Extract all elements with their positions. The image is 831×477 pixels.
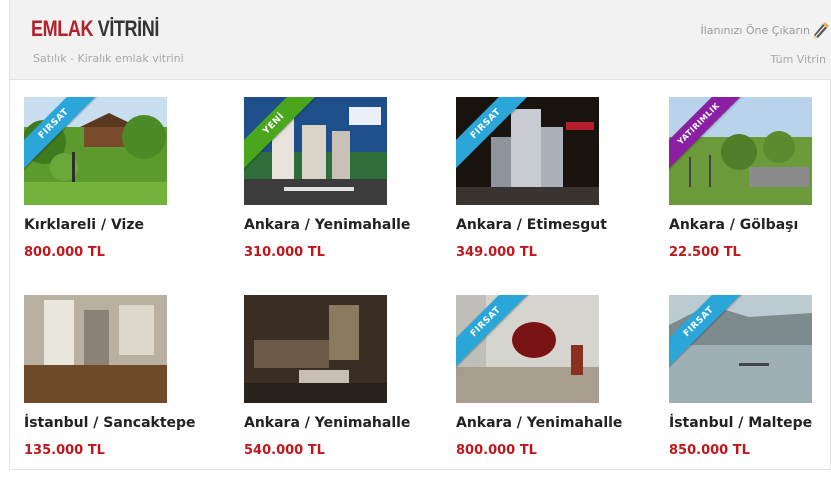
listing-price: 850.000 TL — [669, 443, 750, 458]
emlak-vitrini-widget: EMLAK VİTRİNİ Satılık - Kiralık emlak vi… — [9, 0, 831, 470]
listing-price: 800.000 TL — [24, 245, 105, 260]
title-vitrini: VİTRİNİ — [97, 16, 160, 41]
listing-location[interactable]: Kırklareli / Vize — [24, 217, 144, 233]
widget-header: EMLAK VİTRİNİ Satılık - Kiralık emlak vi… — [10, 0, 831, 80]
listing-location[interactable]: Ankara / Gölbaşı — [669, 217, 798, 233]
listing-location[interactable]: Ankara / Etimesgut — [456, 217, 607, 233]
listing-photo[interactable] — [244, 295, 387, 403]
pencil-icon[interactable] — [810, 20, 830, 40]
listing-photo[interactable]: FIRSAT — [669, 295, 812, 403]
listing-photo[interactable]: FIRSAT — [456, 97, 599, 205]
listing-location[interactable]: İstanbul / Sancaktepe — [24, 415, 196, 431]
listing-price: 310.000 TL — [244, 245, 325, 260]
title-emlak: EMLAK — [31, 16, 94, 41]
widget-title: EMLAK VİTRİNİ — [31, 16, 159, 42]
listing-price: 22.500 TL — [669, 245, 741, 260]
listing-photo[interactable] — [24, 295, 167, 403]
listing-price: 349.000 TL — [456, 245, 537, 260]
promote-listing-link[interactable]: İlanınızı Öne Çıkarın — [700, 24, 810, 37]
listing-location[interactable]: Ankara / Yenimahalle — [456, 415, 622, 431]
listing-photo[interactable]: FIRSAT — [456, 295, 599, 403]
listing-price: 800.000 TL — [456, 443, 537, 458]
listing-photo[interactable]: FIRSAT — [24, 97, 167, 205]
listing-price: 135.000 TL — [24, 443, 105, 458]
all-listings-link[interactable]: Tüm Vitrin — [770, 53, 826, 66]
listing-photo[interactable]: YENİ — [244, 97, 387, 205]
listing-location[interactable]: Ankara / Yenimahalle — [244, 415, 410, 431]
listing-photo[interactable]: YATIRIMLIK — [669, 97, 812, 205]
listing-location[interactable]: İstanbul / Maltepe — [669, 415, 812, 431]
listing-location[interactable]: Ankara / Yenimahalle — [244, 217, 410, 233]
widget-subtitle: Satılık - Kiralık emlak vitrini — [33, 52, 184, 65]
listing-price: 540.000 TL — [244, 443, 325, 458]
